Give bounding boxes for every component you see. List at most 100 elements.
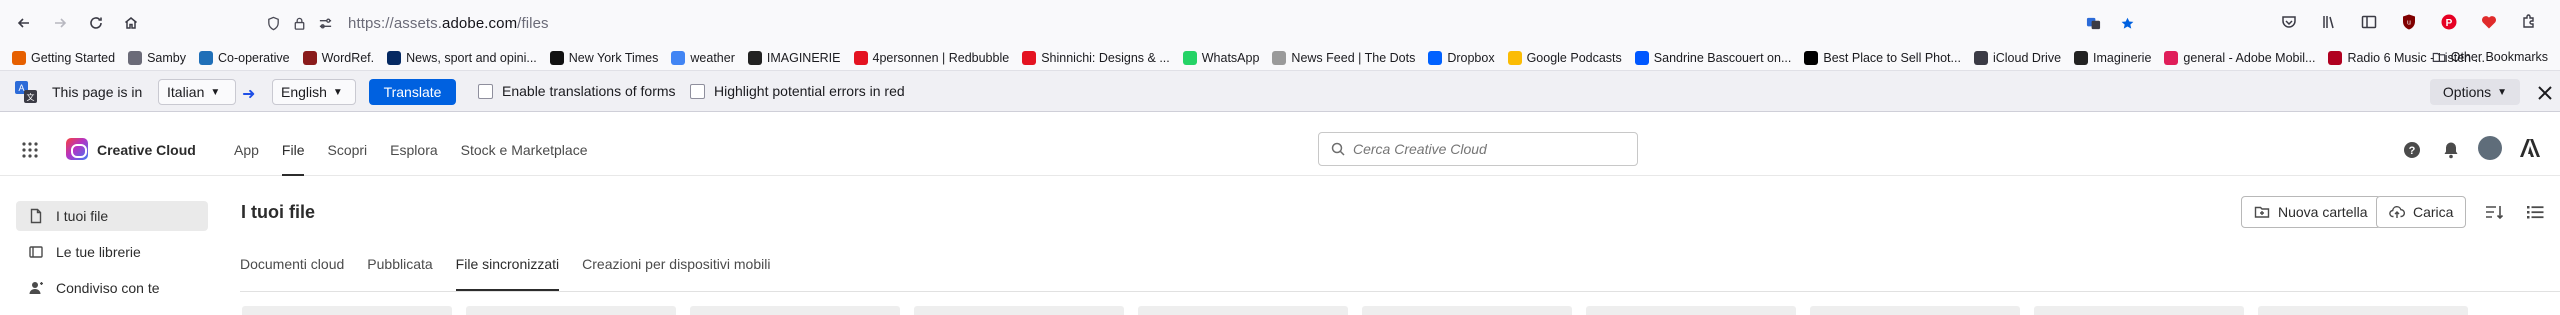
wr-icon (302, 51, 317, 65)
list-view-icon[interactable] (2524, 201, 2546, 223)
file-card[interactable] (1362, 306, 1572, 315)
pinterest-icon[interactable]: P (2434, 7, 2464, 37)
bookmark-item[interactable]: New York Times (549, 51, 658, 65)
nav-scopri[interactable]: Scopri (327, 142, 367, 158)
bell-icon[interactable] (2441, 140, 2461, 160)
file-card[interactable] (1810, 306, 2020, 315)
nav-file[interactable]: File (281, 142, 304, 176)
shield-icon[interactable] (260, 10, 286, 36)
heart-icon[interactable] (2474, 7, 2504, 37)
tab-synced-files[interactable]: File sincronizzati (455, 253, 560, 293)
bookmark-star-icon[interactable] (2114, 10, 2140, 36)
file-card[interactable] (914, 306, 1124, 315)
chevron-down-icon: ▼ (332, 86, 343, 98)
svg-text:?: ? (2409, 145, 2416, 157)
pocket-icon[interactable] (2274, 7, 2304, 37)
bookmark-item[interactable]: WordRef. (302, 51, 374, 65)
search-box[interactable] (1318, 132, 1638, 166)
bookmark-label: IMAGINERIE (766, 51, 841, 65)
bookmark-item[interactable]: weather (671, 51, 735, 65)
home-icon[interactable] (115, 7, 147, 39)
folder-icon (2432, 52, 2445, 62)
reload-icon[interactable] (80, 7, 112, 39)
lock-icon[interactable] (286, 10, 312, 36)
translate-logo-icon: A 文 (15, 81, 37, 103)
file-card[interactable] (242, 306, 452, 315)
sidebar-toggle-icon[interactable] (2354, 7, 2384, 37)
file-card[interactable] (690, 306, 900, 315)
app-switcher-icon[interactable] (21, 141, 39, 159)
bookmark-item[interactable]: Sandrine Bascouert on... (1634, 51, 1791, 65)
svg-text:u: u (2407, 20, 2411, 27)
tab-cloud-documents[interactable]: Documenti cloud (240, 253, 344, 293)
bookmark-item[interactable]: iCloud Drive (1973, 51, 2061, 65)
bookmark-item[interactable]: News Feed | The Dots (1272, 51, 1415, 65)
sidebar-item-shared[interactable]: Condiviso con te (16, 273, 208, 303)
options-button[interactable]: Options ▼ (2430, 79, 2520, 105)
bookmark-item[interactable]: general - Adobe Mobil... (2164, 51, 2315, 65)
other-bookmarks[interactable]: Other Bookmarks (2432, 50, 2548, 64)
translate-icon[interactable] (2080, 10, 2106, 36)
bookmark-item[interactable]: Samby (128, 51, 186, 65)
file-card[interactable] (1586, 306, 1796, 315)
url-domain: adobe.com (442, 14, 518, 32)
bookmark-label: general - Adobe Mobil... (2183, 51, 2316, 65)
sidebar-item-libraries[interactable]: Le tue librerie (16, 237, 208, 267)
adobe-logo-icon[interactable] (2519, 137, 2541, 159)
bookmark-item[interactable]: WhatsApp (1182, 51, 1259, 65)
library-icon[interactable] (2314, 7, 2344, 37)
bookmarks-toolbar: Getting Started Samby Co-operative WordRef.… (0, 46, 2560, 70)
source-language-select[interactable]: Italian ▼ (158, 79, 236, 105)
help-icon[interactable]: ? (2402, 140, 2422, 160)
bookmark-item[interactable]: Google Podcasts (1507, 51, 1622, 65)
bookmark-item[interactable]: News, sport and opini... (387, 51, 537, 65)
file-card[interactable] (1138, 306, 1348, 315)
file-card[interactable] (466, 306, 676, 315)
enable-forms-checkbox[interactable]: Enable translations of forms (478, 83, 676, 99)
bookmark-item[interactable]: Imaginerie (2074, 51, 2151, 65)
sort-icon[interactable] (2483, 201, 2505, 223)
avatar[interactable] (2478, 136, 2502, 160)
svg-text:P: P (2446, 18, 2453, 29)
ublock-icon[interactable]: u (2394, 7, 2424, 37)
bookmark-item[interactable]: Co-operative (198, 51, 290, 65)
tab-mobile-creations[interactable]: Creazioni per dispositivi mobili (582, 253, 770, 293)
bookmark-item[interactable]: Shinnichi: Designs & ... (1022, 51, 1170, 65)
sidebar-item-your-files[interactable]: I tuoi file (16, 201, 208, 231)
bookmark-item[interactable]: 4personnen | Redbubble (853, 51, 1009, 65)
translate-button[interactable]: Translate (369, 79, 456, 105)
brand-name[interactable]: Creative Cloud (97, 142, 196, 158)
back-icon[interactable] (8, 7, 40, 39)
target-language-select[interactable]: English ▼ (272, 79, 356, 105)
nav-stock-marketplace[interactable]: Stock e Marketplace (461, 142, 588, 158)
guardian-icon (387, 51, 402, 65)
bookmark-item[interactable]: IMAGINERIE (747, 51, 841, 65)
close-icon[interactable] (2536, 84, 2554, 102)
extensions-icon[interactable] (2514, 7, 2544, 37)
search-input[interactable] (1353, 141, 1623, 157)
page-title: I tuoi file (241, 202, 315, 222)
nav-app[interactable]: App (234, 142, 259, 158)
address-bar[interactable]: https://assets.adobe.com/files (260, 6, 2140, 40)
creative-cloud-logo-icon[interactable] (66, 138, 88, 160)
permissions-icon[interactable] (312, 10, 338, 36)
bookmark-item[interactable]: Dropbox (1428, 51, 1495, 65)
tab-published[interactable]: Pubblicata (367, 253, 432, 293)
checkbox-icon[interactable] (690, 83, 705, 99)
checkbox-icon[interactable] (478, 83, 493, 99)
upload-button[interactable]: Carica (2376, 196, 2467, 228)
nav-esplora[interactable]: Esplora (390, 142, 437, 158)
svg-text:文: 文 (27, 92, 35, 102)
stock-icon (1804, 51, 1819, 65)
url-prefix: https://assets. (348, 14, 443, 32)
file-card[interactable] (2034, 306, 2244, 315)
new-folder-label: Nuova cartella (2278, 204, 2368, 220)
bookmark-item[interactable]: Getting Started (12, 51, 115, 65)
forward-icon[interactable] (44, 7, 76, 39)
new-folder-button[interactable]: Nuova cartella (2241, 196, 2381, 228)
bookmark-label: Imaginerie (2093, 51, 2152, 65)
bookmark-item[interactable]: Best Place to Sell Phot... (1804, 51, 1961, 65)
dropbox-icon (1428, 51, 1443, 65)
file-card[interactable] (2258, 306, 2468, 315)
highlight-errors-checkbox[interactable]: Highlight potential errors in red (690, 83, 905, 99)
